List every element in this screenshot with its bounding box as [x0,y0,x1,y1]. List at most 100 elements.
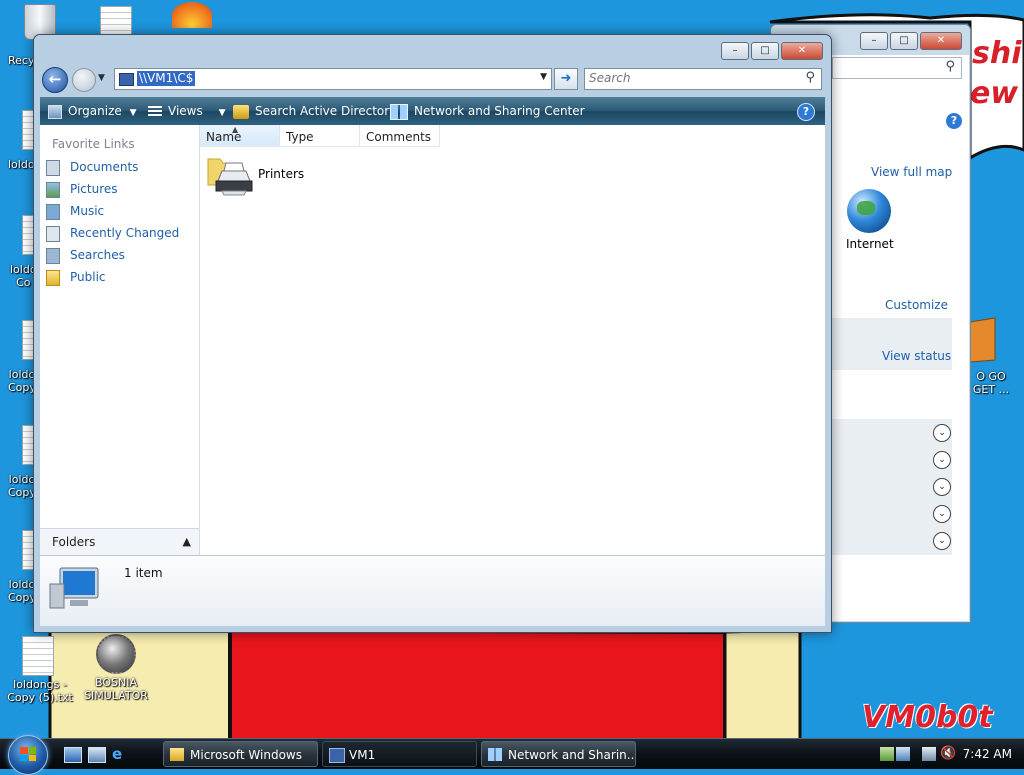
close-button[interactable]: ✕ [920,32,962,50]
column-header-comments[interactable]: Comments [360,125,440,147]
favorite-link-label: Pictures [70,182,118,196]
network-icon [390,103,408,120]
desktop-icon-loldongs-copy-5[interactable]: loldongs - Copy (5).txt [0,636,80,704]
security-tray-icon[interactable] [896,747,910,761]
go-arrow-icon: ➜ [560,71,572,86]
chevron-down-icon[interactable]: ⌄ [933,478,951,496]
back-arrow-icon: ← [48,70,62,88]
explorer-window[interactable]: – □ ✕ ← ▼ \\VM1\C$ ▼ ➜ ⚲ Organize ▼ View… [33,34,832,633]
taskbar-button-microsoft-windows[interactable]: Microsoft Windows [163,741,318,767]
column-header-label: Comments [366,130,432,144]
documents-icon [46,159,60,176]
taskbar-button-label: Network and Sharin... [508,748,636,762]
file-list[interactable]: ▲ Name Type Comments Printers [200,125,825,555]
internet-explorer-icon[interactable]: e [112,747,128,762]
search-active-directory-button[interactable]: Search Active Directory [233,97,396,125]
column-header-type[interactable]: Type [280,125,360,147]
volume-muted-icon[interactable]: 🔇 [940,747,956,761]
firefox-icon [172,2,212,28]
go-button[interactable]: ➜ [554,68,578,90]
search-icon[interactable]: ⚲ [805,70,815,85]
network-drive-icon [329,748,345,763]
forward-button[interactable] [72,68,96,92]
window-controls: – □ ✕ [860,32,962,50]
desktop-icon-label: loldo Copy [8,368,36,394]
desktop-icon-label: loldongs - Copy (5).txt [7,678,73,704]
recent-pages-dropdown[interactable]: ▼ [98,73,105,83]
favorite-link-searches[interactable]: Searches [46,245,194,265]
minimize-button[interactable]: – [721,42,749,60]
explorer-content: Favorite Links Documents Pictures Music … [40,125,825,555]
chevron-down-icon[interactable]: ⌄ [933,505,951,523]
chevron-down-icon: ▼ [218,108,226,118]
recently-changed-icon [46,225,60,242]
favorite-link-label: Searches [70,248,125,262]
favorite-link-recently-changed[interactable]: Recently Changed [46,223,194,243]
view-full-map-link[interactable]: View full map [871,165,952,179]
clock[interactable]: 7:42 AM [963,747,1012,761]
help-icon[interactable]: ? [797,103,815,121]
network-status-icon[interactable] [922,747,936,761]
column-header-label: Type [286,130,314,144]
internet-label: Internet [846,237,894,251]
show-desktop-icon[interactable] [64,747,82,763]
file-item-printers[interactable]: Printers [206,153,316,197]
address-dropdown-icon[interactable]: ▼ [540,72,547,82]
organize-icon [48,104,62,119]
network-tray-icon[interactable] [880,747,894,761]
address-text[interactable]: \\VM1\C$ [137,71,196,86]
taskbar-button-network-sharing[interactable]: Network and Sharin... [481,741,636,767]
favorite-link-label: Music [70,204,105,218]
switch-windows-icon[interactable] [88,747,106,763]
search-input[interactable]: ⚲ [832,57,962,79]
views-button[interactable]: Views ▼ [148,97,225,125]
taskbar-button-vm1[interactable]: VM1 [322,741,477,767]
organize-button[interactable]: Organize ▼ [48,97,137,125]
help-icon[interactable]: ? [946,113,962,129]
music-icon [46,203,60,220]
column-header-name[interactable]: ▲ Name [200,125,280,147]
back-button[interactable]: ← [42,67,68,93]
command-toolbar: Organize ▼ Views ▼ Search Active Directo… [40,97,825,125]
pictures-icon [46,181,60,198]
organize-label: Organize [68,104,122,118]
minimize-button[interactable]: – [860,32,888,50]
desktop-icon-bosnia-simulator[interactable]: BOSNIA SIMULATOR [76,634,156,702]
search-box[interactable]: ⚲ [584,68,822,90]
start-button[interactable] [8,735,48,775]
windows-folder-icon [170,748,184,761]
wallpaper-signature: VM0b0t [862,700,993,735]
network-sharing-center-button[interactable]: Network and Sharing Center [390,97,585,125]
windows-logo-icon [20,747,36,761]
details-pane: 1 item [40,555,825,626]
wallpaper-text-top: shi [972,36,1022,71]
customize-link[interactable]: Customize [885,298,948,312]
maximize-button[interactable]: □ [890,32,918,50]
sort-ascending-icon: ▲ [232,125,239,134]
maximize-button[interactable]: □ [751,42,779,60]
favorite-link-music[interactable]: Music [46,201,194,221]
chevron-down-icon[interactable]: ⌄ [933,451,951,469]
favorite-link-documents[interactable]: Documents [46,157,194,177]
chevron-down-icon[interactable]: ⌄ [933,424,951,442]
chevron-down-icon[interactable]: ⌄ [933,532,951,550]
desktop-icon-label: loldo Copy [8,473,36,499]
address-bar[interactable]: \\VM1\C$ ▼ [114,68,552,90]
favorite-links-title: Favorite Links [52,137,135,151]
desktop-icon-firefox[interactable] [162,2,222,30]
folders-toggle[interactable]: Folders ▲ [40,528,199,555]
search-input[interactable] [585,69,793,87]
views-label: Views [168,104,203,118]
close-button[interactable]: ✕ [781,42,823,60]
searches-icon [46,247,60,264]
search-ad-label: Search Active Directory [255,104,397,118]
folders-label: Folders [52,535,96,549]
desktop-icon-label: loldo Copy [8,578,36,604]
view-status-link[interactable]: View status [882,349,951,363]
network-drive-icon [119,73,134,86]
favorite-link-pictures[interactable]: Pictures [46,179,194,199]
favorite-link-public[interactable]: Public [46,267,194,287]
network-sharing-content: ⚲ ? View full map Internet Customize Vie… [832,55,969,621]
desktop-icon-label: BOSNIA SIMULATOR [84,676,148,702]
chevron-down-icon: ▼ [129,108,137,118]
